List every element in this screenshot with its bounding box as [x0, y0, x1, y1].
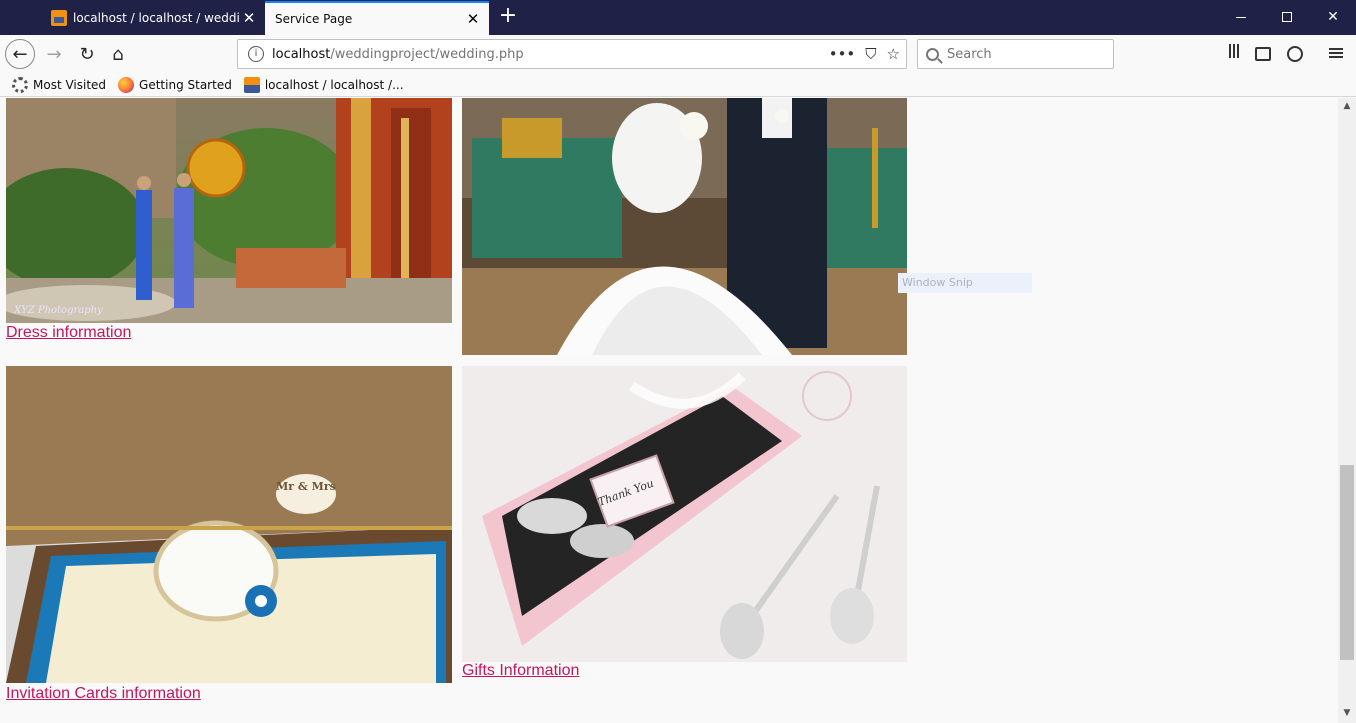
gifts-image[interactable]: Thank You	[462, 366, 907, 662]
maximize-icon	[1282, 12, 1292, 22]
bookmark-getting-started[interactable]: Getting Started	[118, 76, 232, 93]
close-window-button[interactable]: ✕	[1310, 0, 1356, 34]
invitation-card-image[interactable]: Mr & Mrs	[6, 366, 452, 683]
scrollbar-thumb[interactable]	[1340, 465, 1354, 660]
gear-icon	[12, 76, 28, 93]
dress-information-link[interactable]: Dress information	[6, 324, 131, 342]
site-info-icon[interactable]: i	[248, 46, 264, 62]
maximize-button[interactable]	[1264, 0, 1310, 34]
url-text[interactable]: localhost/weddingproject/wedding.php	[272, 47, 524, 62]
minimize-button[interactable]	[1218, 0, 1264, 34]
tab-service-page[interactable]: Service Page ✕	[265, 1, 489, 35]
tab-title: Service Page	[275, 12, 353, 26]
url-host: localhost	[272, 46, 331, 62]
window-snip-tooltip: Window Snip	[898, 273, 1032, 293]
tab-title: localhost / localhost / weddingproj	[73, 11, 239, 25]
firefox-icon	[118, 76, 135, 93]
new-tab-button[interactable]: +	[496, 5, 520, 29]
search-placeholder: Search	[947, 46, 992, 62]
phpmyadmin-icon	[51, 10, 67, 26]
tab-localhost-phpmyadmin[interactable]: localhost / localhost / weddingproj ✕	[41, 1, 265, 35]
bookmark-most-visited[interactable]: Most Visited	[12, 76, 107, 93]
bookmark-label: Getting Started	[139, 77, 232, 92]
wedding-couple-image[interactable]	[462, 98, 907, 355]
dress-photo: XYZ Photography	[6, 98, 452, 323]
phpmyadmin-icon	[243, 76, 260, 93]
close-tab-icon[interactable]: ✕	[239, 8, 259, 28]
couple-photo	[462, 98, 907, 355]
search-icon	[926, 47, 939, 61]
search-input[interactable]: Search	[917, 39, 1114, 69]
forward-button[interactable]: →	[39, 39, 69, 69]
browser-titlebar: localhost / localhost / weddingproj ✕ Se…	[0, 0, 1356, 35]
back-button[interactable]: ←	[5, 39, 35, 69]
library-icon[interactable]	[1224, 44, 1244, 64]
page-actions-icon[interactable]: •••	[829, 45, 856, 63]
bookmark-localhost[interactable]: localhost / localhost /...	[243, 76, 404, 93]
bookmark-label: Most Visited	[33, 77, 107, 92]
minimize-icon	[1236, 16, 1246, 18]
invitation-photo: Mr & Mrs	[6, 366, 452, 683]
reload-button[interactable]: ↻	[72, 39, 102, 69]
sidebar-icon[interactable]	[1255, 44, 1275, 64]
gifts-photo: Thank You	[462, 366, 907, 662]
page-viewport: XYZ Photography Dress information Mr & M…	[0, 98, 1338, 723]
vertical-scrollbar[interactable]: ▲ ▼	[1338, 98, 1356, 723]
pocket-icon[interactable]: ⛉	[865, 45, 876, 63]
url-bar[interactable]: i localhost/weddingproject/wedding.php •…	[237, 39, 907, 69]
gifts-information-link[interactable]: Gifts Information	[462, 662, 579, 680]
hamburger-menu-icon[interactable]	[1326, 44, 1346, 64]
invitation-cards-information-link[interactable]: Invitation Cards information	[6, 685, 201, 703]
account-icon[interactable]	[1287, 44, 1307, 64]
scroll-down-arrow-icon[interactable]: ▼	[1342, 709, 1352, 718]
navigation-toolbar: ← → ↻ ⌂ i localhost/weddingproject/weddi…	[0, 35, 1356, 73]
dress-image[interactable]: XYZ Photography	[6, 98, 452, 323]
card-plaque-text: Mr & Mrs	[276, 480, 336, 493]
bookmark-label: localhost / localhost /...	[264, 77, 404, 92]
bookmarks-toolbar: Most Visited Getting Started localhost /…	[0, 73, 1356, 97]
close-tab-icon[interactable]: ✕	[463, 9, 483, 29]
watermark-text: XYZ Photography	[13, 305, 103, 316]
url-path: /weddingproject/wedding.php	[330, 46, 524, 62]
scroll-up-arrow-icon[interactable]: ▲	[1342, 102, 1352, 111]
home-button[interactable]: ⌂	[103, 39, 133, 69]
page-actions: ••• ⛉ ☆	[829, 45, 900, 63]
bookmark-star-icon[interactable]: ☆	[887, 45, 900, 63]
